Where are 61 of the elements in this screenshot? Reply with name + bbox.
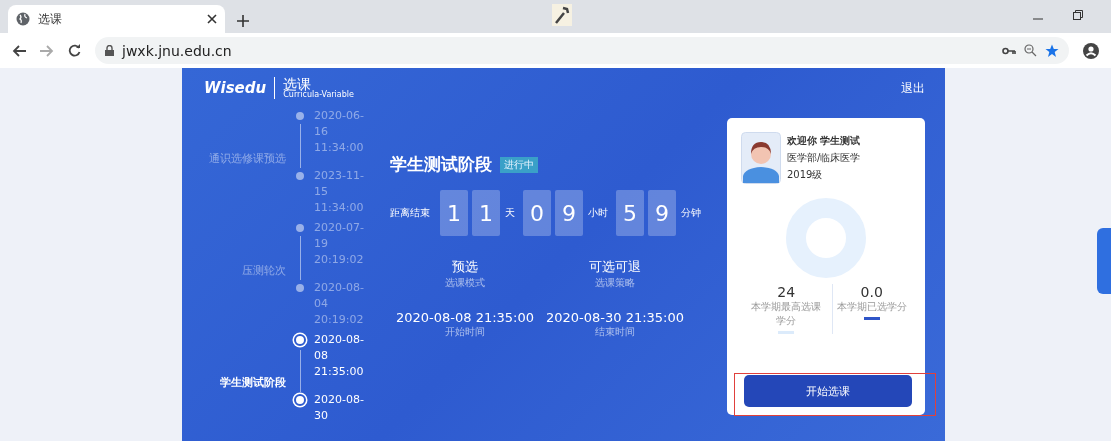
countdown-unit: 小时: [588, 206, 608, 220]
timeline-node: [296, 284, 304, 292]
globe-icon: [16, 12, 30, 26]
start-button[interactable]: 开始选课: [744, 375, 912, 407]
timeline-date: 2020-08-04 20:19:02: [314, 280, 365, 328]
stat-value: 0.0: [860, 284, 883, 300]
countdown-digit: 5: [616, 190, 644, 236]
countdown-label: 距离结束: [390, 206, 430, 220]
info-caption: 开始时间: [445, 325, 485, 339]
timeline-node: [294, 394, 306, 406]
timeline-node: [296, 112, 304, 120]
countdown-digit: 0: [523, 190, 551, 236]
countdown-unit: 天: [505, 206, 515, 220]
avatar-icon: [741, 132, 781, 184]
countdown-digit: 9: [555, 190, 583, 236]
timeline-date: 2020-06-16 11:34:00: [314, 108, 365, 156]
tab-title: 选课: [38, 10, 63, 28]
timeline-date: 2020-07-19 20:19:02: [314, 220, 365, 268]
department: 医学部/临床医学: [787, 151, 861, 165]
browser-tab[interactable]: 选课: [8, 5, 225, 33]
back-icon[interactable]: [12, 44, 26, 57]
stat-caption: 本学期已选学分: [836, 300, 907, 314]
timeline-date: 2020-08-08 21:35:00: [314, 332, 365, 380]
countdown-digit: 9: [648, 190, 676, 236]
status-badge: 进行中: [500, 156, 538, 173]
close-icon[interactable]: [207, 14, 217, 24]
info-caption: 选课模式: [445, 276, 485, 290]
stat-value: 24: [777, 284, 796, 300]
restore-icon[interactable]: [1073, 10, 1083, 20]
info-caption: 选课策略: [595, 276, 635, 290]
info-caption: 结束时间: [595, 325, 635, 339]
stat-caption: 本学期最高选课学分: [750, 300, 823, 328]
countdown-digit: 1: [440, 190, 468, 236]
timeline-date: 2020-08-30: [314, 392, 365, 424]
logout-link[interactable]: 退出: [901, 79, 925, 97]
stage-title: 学生测试阶段: [390, 153, 492, 176]
greeting: 欢迎你 学生测试: [787, 134, 861, 148]
url-text: jwxk.jnu.edu.cn: [122, 42, 233, 59]
info-value: 2020-08-30 21:35:00: [545, 310, 685, 325]
info-value: 预选: [452, 258, 478, 276]
info-value: 2020-08-08 21:35:00: [395, 310, 535, 325]
countdown-digit: 1: [472, 190, 500, 236]
info-value: 可选可退: [589, 258, 641, 276]
key-icon[interactable]: [1002, 46, 1016, 55]
phase-label[interactable]: 学生测试阶段: [182, 375, 286, 392]
lock-icon: [105, 45, 114, 56]
timeline-node: [296, 224, 304, 232]
app-name: 选课: [283, 77, 312, 91]
zoom-icon[interactable]: [1024, 44, 1037, 57]
timeline-node: [296, 172, 304, 180]
timeline-date: 2023-11-15 11:34:00: [314, 168, 365, 216]
app-subtitle: Curricula-Variable: [283, 91, 354, 99]
address-bar[interactable]: jwxk.jnu.edu.cn: [95, 37, 1069, 64]
star-icon[interactable]: [1045, 43, 1059, 58]
grade: 2019级: [787, 168, 824, 182]
countdown-unit: 分钟: [681, 206, 701, 220]
new-tab-icon[interactable]: [237, 15, 249, 27]
reload-icon[interactable]: [68, 44, 81, 57]
timeline-node: [294, 334, 306, 346]
profile-icon[interactable]: [1083, 42, 1099, 59]
logo: Wisedu: [204, 79, 267, 97]
